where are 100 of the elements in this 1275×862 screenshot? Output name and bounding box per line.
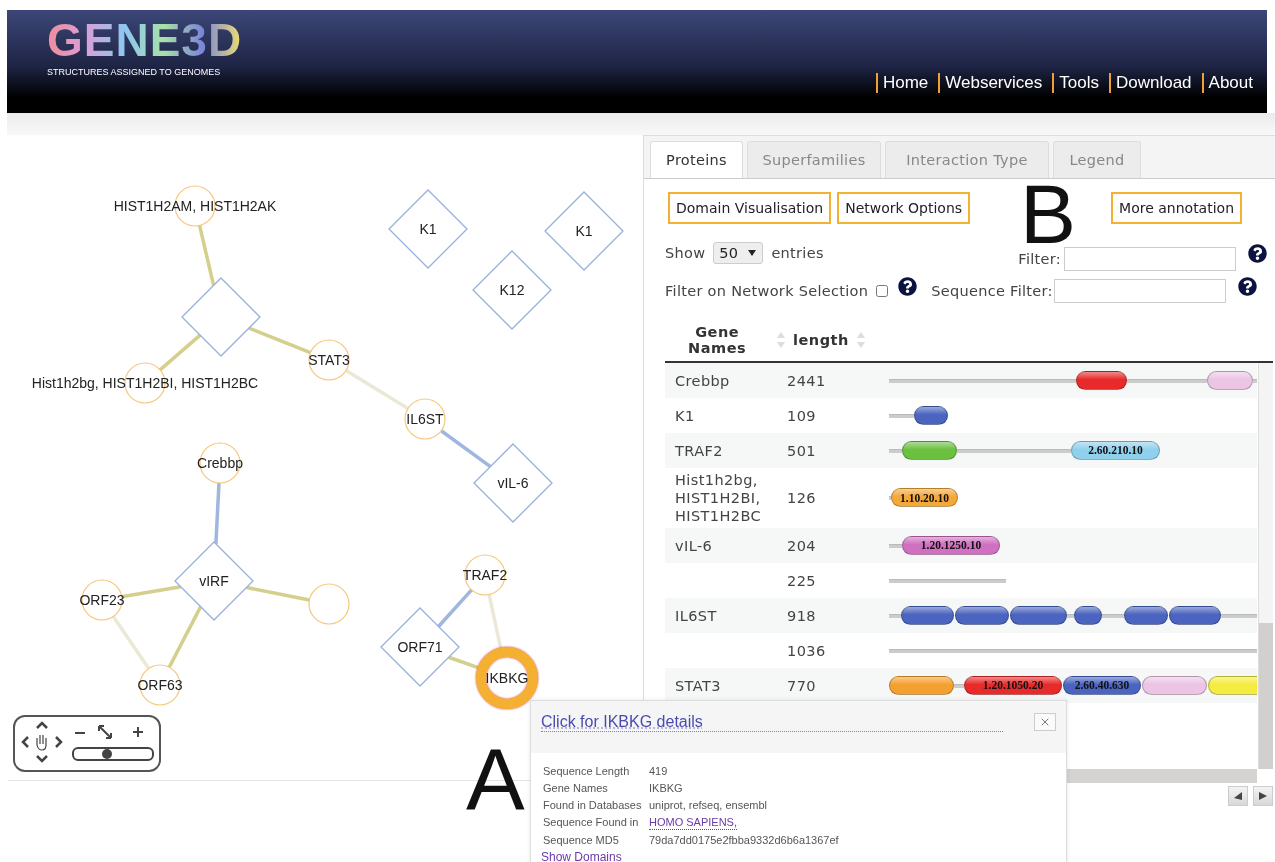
gene-name: K1 xyxy=(675,407,695,424)
detail-value: 79da7dd0175e2fbba9332d6b6a1367ef xyxy=(649,833,840,847)
close-icon xyxy=(1039,716,1051,728)
circle-node[interactable] xyxy=(308,339,350,381)
domain-pill[interactable] xyxy=(1169,605,1221,625)
domain-pill[interactable] xyxy=(902,440,957,460)
diamond-node[interactable] xyxy=(473,443,553,523)
domain-pill[interactable] xyxy=(955,605,1009,625)
domain-pill[interactable] xyxy=(1010,605,1067,625)
nav-link[interactable]: Home xyxy=(875,73,929,93)
domain-pill[interactable] xyxy=(1074,605,1102,625)
sequence-length: 109 xyxy=(787,407,816,424)
node-label: TRAF2 xyxy=(462,567,508,583)
network-filter-label: Filter on Network Selection xyxy=(665,283,869,299)
page-size-select[interactable]: 50 xyxy=(713,242,764,264)
scroll-left-button[interactable] xyxy=(1228,786,1248,806)
circle-node[interactable] xyxy=(476,647,538,709)
detail-value: uniprot, refseq, ensembl xyxy=(649,798,768,812)
pan-arrows-icon[interactable] xyxy=(21,721,63,763)
entries-label: entries xyxy=(771,245,824,261)
show-domains-link[interactable]: Show Domains xyxy=(541,850,622,862)
gene-name: IL6ST xyxy=(675,607,717,624)
gene-name: Hist1h2bg, HIST1H2BI, HIST1H2BC xyxy=(675,472,761,524)
detail-label: Sequence Found in xyxy=(543,815,640,830)
sequence-length: 126 xyxy=(787,490,816,506)
domain-pill[interactable]: 2.60.210.10 xyxy=(1071,440,1160,460)
panel-tab[interactable]: Proteins xyxy=(650,141,743,178)
scrollbar[interactable] xyxy=(1258,363,1273,769)
nav-link[interactable]: About xyxy=(1201,73,1253,93)
gene-name: TRAF2 xyxy=(675,442,723,459)
node-label: ORF23 xyxy=(79,592,125,608)
sequence-filter-field[interactable] xyxy=(1053,279,1226,303)
domain-pill[interactable]: 1.20.1250.10 xyxy=(902,535,1000,555)
domain-pill[interactable] xyxy=(1124,605,1168,625)
figure-annotation: A xyxy=(466,736,525,824)
domain-pill[interactable]: 1.10.20.10 xyxy=(891,488,958,507)
option-button[interactable]: More annotation xyxy=(1111,192,1242,224)
node-label: ORF71 xyxy=(397,639,443,655)
gene-name: STAT3 xyxy=(675,677,721,694)
node-label: STAT3 xyxy=(308,352,350,368)
node-label: vIRF xyxy=(199,573,229,589)
site-tagline: STRUCTURES ASSIGNED TO GENOMES xyxy=(47,66,222,77)
sequence-length: 501 xyxy=(787,442,816,459)
domain-pill[interactable] xyxy=(901,605,954,625)
filter-field[interactable] xyxy=(1064,247,1236,271)
node-label: vIL-6 xyxy=(497,475,529,491)
node-label: IKBKG xyxy=(485,670,529,686)
domain-pill[interactable] xyxy=(889,675,954,695)
nav-link[interactable]: Tools xyxy=(1052,73,1099,93)
zoom-in-icon[interactable] xyxy=(133,727,143,737)
diamond-node[interactable] xyxy=(181,277,261,357)
node-label: HIST1H2AM, HIST1H2AK xyxy=(113,198,277,214)
sequence-filter-label: Sequence Filter: xyxy=(931,283,1053,299)
diamond-node[interactable] xyxy=(472,250,552,330)
diamond-node[interactable] xyxy=(388,189,468,269)
help-icon[interactable] xyxy=(898,276,918,296)
domain-pill[interactable] xyxy=(914,405,948,425)
node-label: Hist1h2bg, HIST1H2BI, HIST1H2BC xyxy=(31,375,259,391)
network-filter-checkbox[interactable] xyxy=(876,285,889,297)
domain-pill[interactable] xyxy=(1076,370,1127,390)
domain-pill[interactable]: 1.20.1050.20 xyxy=(964,675,1062,695)
nav-link[interactable]: Webservices xyxy=(938,73,1043,93)
help-icon[interactable] xyxy=(1248,243,1267,263)
circle-node[interactable] xyxy=(81,579,123,621)
detail-label: Sequence Length xyxy=(543,764,631,778)
circle-node[interactable] xyxy=(199,442,241,484)
close-button[interactable] xyxy=(1034,713,1056,731)
sequence-length: 2441 xyxy=(787,372,826,389)
help-icon[interactable] xyxy=(1237,276,1257,296)
zoom-slider[interactable] xyxy=(72,747,154,761)
slider-thumb[interactable] xyxy=(101,749,112,759)
column-header[interactable]: Gene Names xyxy=(665,324,770,356)
sequence-length: 225 xyxy=(787,572,816,589)
column-header[interactable]: length xyxy=(793,332,849,348)
gene-name: Crebbp xyxy=(675,372,730,389)
circle-node[interactable] xyxy=(464,554,506,596)
scrollbar-thumb[interactable] xyxy=(1259,623,1273,769)
option-button[interactable]: Domain Visualisation xyxy=(668,192,832,224)
circle-node[interactable] xyxy=(404,398,446,440)
diamond-node[interactable] xyxy=(174,541,254,621)
sequence-length: 770 xyxy=(787,677,816,694)
diamond-node[interactable] xyxy=(380,607,460,687)
option-button[interactable]: Network Options xyxy=(837,192,971,224)
detail-label: Gene Names xyxy=(543,781,609,795)
node-label: K1 xyxy=(575,223,593,239)
nav-link[interactable]: Download xyxy=(1108,73,1192,93)
caret-icon xyxy=(748,250,757,256)
sequence-length: 918 xyxy=(787,607,816,624)
detail-value: 419 xyxy=(649,764,669,778)
scroll-right-button[interactable] xyxy=(1253,786,1273,806)
right-arrow-icon xyxy=(1259,792,1267,800)
node-label: K1 xyxy=(419,221,437,237)
left-arrow-icon xyxy=(1234,792,1242,800)
fit-arrows-icon[interactable] xyxy=(97,724,113,740)
circle-node[interactable] xyxy=(308,583,350,625)
diamond-node[interactable] xyxy=(544,191,624,271)
circle-node[interactable] xyxy=(139,664,181,706)
detail-link[interactable]: HOMO SAPIENS, xyxy=(649,815,738,830)
zoom-out-icon[interactable] xyxy=(75,731,85,735)
show-label: Show xyxy=(665,245,706,261)
